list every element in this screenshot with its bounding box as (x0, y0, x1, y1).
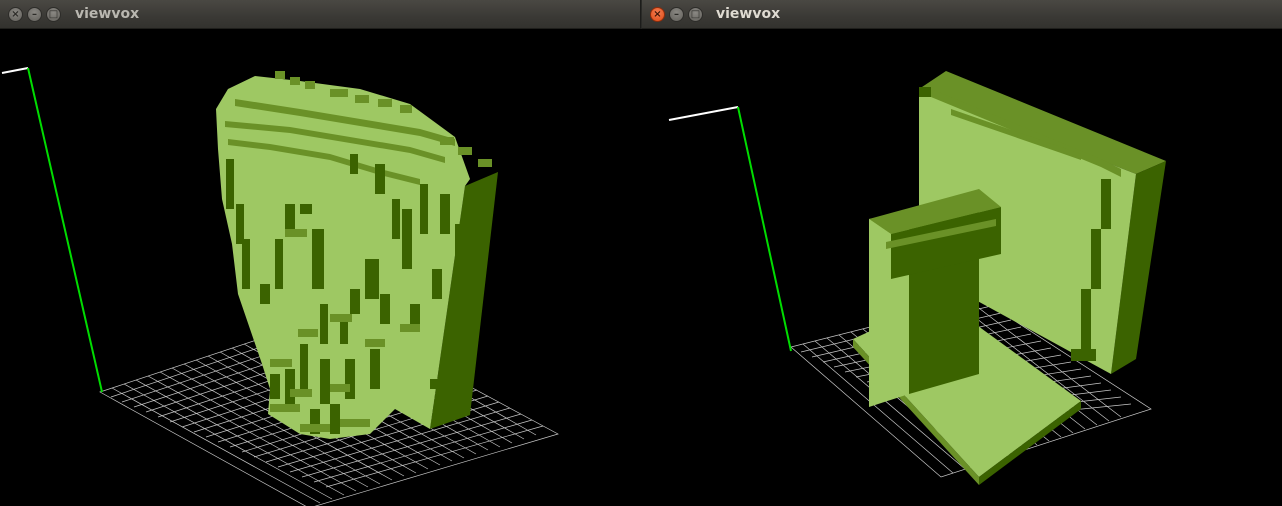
window-controls: × – □ (650, 7, 703, 22)
window-title: viewvox (75, 6, 140, 22)
voxel-bust-model[interactable] (0, 29, 641, 506)
titlebar[interactable]: × – □ viewvox (641, 0, 1282, 29)
close-icon[interactable]: × (8, 7, 23, 22)
titlebar[interactable]: × – □ viewvox (0, 0, 641, 29)
viewvox-window-right[interactable]: × – □ viewvox (641, 0, 1282, 506)
3d-viewport[interactable] (0, 29, 641, 506)
maximize-icon[interactable]: □ (46, 7, 61, 22)
voxel-bust (216, 71, 498, 439)
window-title: viewvox (716, 6, 781, 22)
axis-lines (668, 106, 792, 352)
axis-lines (1, 67, 103, 393)
voxel-monitor-model[interactable] (641, 29, 1282, 506)
window-controls: × – □ (8, 7, 61, 22)
maximize-icon[interactable]: □ (688, 7, 703, 22)
close-icon[interactable]: × (650, 7, 665, 22)
minimize-icon[interactable]: – (27, 7, 42, 22)
minimize-icon[interactable]: – (669, 7, 684, 22)
viewvox-window-left[interactable]: × – □ viewvox (0, 0, 641, 506)
3d-viewport[interactable] (641, 29, 1282, 506)
voxel-monitor (853, 71, 1166, 485)
desktop: × – □ viewvox × – □ viewvox (0, 0, 1282, 506)
